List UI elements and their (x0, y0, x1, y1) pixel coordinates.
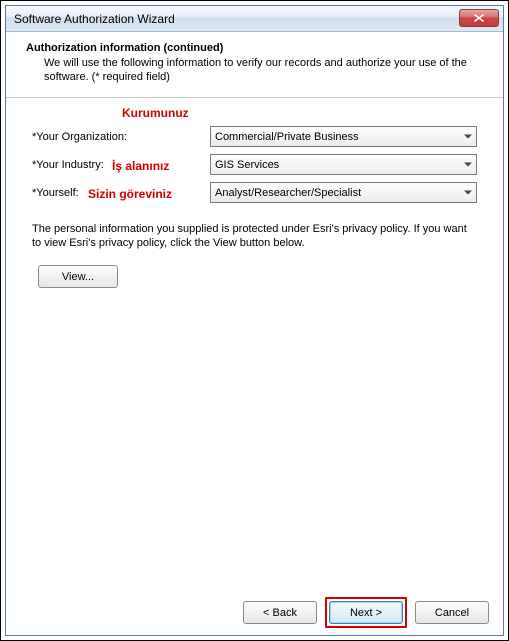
outer-frame: Software Authorization Wizard Authorizat… (0, 0, 509, 641)
annotation-industry: İş alanınız (112, 159, 169, 173)
yourself-row: *Yourself: Sizin göreviniz Analyst/Resea… (32, 182, 477, 204)
industry-select[interactable]: GIS Services (210, 154, 477, 175)
content-area: Kurumunuz *Your Organization: Commercial… (6, 98, 503, 589)
view-button-label: View... (62, 271, 94, 283)
next-button-label: Next > (350, 607, 382, 619)
chevron-down-icon (464, 190, 472, 195)
industry-select-value: GIS Services (215, 159, 279, 171)
close-button[interactable] (459, 9, 499, 27)
close-icon (474, 14, 484, 22)
annotation-yourself: Sizin göreviniz (88, 187, 172, 201)
industry-row: *Your Industry: İş alanınız GIS Services (32, 154, 477, 176)
window-title: Software Authorization Wizard (14, 12, 175, 26)
next-button[interactable]: Next > (329, 601, 403, 624)
org-select[interactable]: Commercial/Private Business (210, 126, 477, 147)
view-button[interactable]: View... (38, 265, 118, 288)
yourself-select-value: Analyst/Researcher/Specialist (215, 187, 361, 199)
chevron-down-icon (464, 134, 472, 139)
header-description: We will use the following information to… (26, 56, 487, 85)
org-row: *Your Organization: Commercial/Private B… (32, 126, 477, 148)
industry-label: *Your Industry: İş alanınız (32, 159, 210, 171)
back-button[interactable]: < Back (243, 601, 317, 624)
industry-label-text: *Your Industry: (32, 159, 104, 171)
cancel-button[interactable]: Cancel (415, 601, 489, 624)
header-title: Authorization information (continued) (26, 42, 487, 54)
back-button-label: < Back (263, 607, 297, 619)
chevron-down-icon (464, 162, 472, 167)
wizard-window: Software Authorization Wizard Authorizat… (5, 5, 504, 636)
privacy-text: The personal information you supplied is… (32, 222, 477, 252)
org-label: *Your Organization: (32, 131, 210, 143)
header-section: Authorization information (continued) We… (6, 32, 503, 98)
org-select-value: Commercial/Private Business (215, 131, 359, 143)
yourself-label: *Yourself: Sizin göreviniz (32, 187, 210, 199)
cancel-button-label: Cancel (435, 607, 469, 619)
yourself-label-text: *Yourself: (32, 187, 79, 199)
titlebar: Software Authorization Wizard (6, 6, 503, 32)
yourself-select[interactable]: Analyst/Researcher/Specialist (210, 182, 477, 203)
next-highlight-box: Next > (325, 597, 407, 628)
annotation-org: Kurumunuz (122, 106, 189, 120)
button-bar: < Back Next > Cancel (6, 589, 503, 635)
